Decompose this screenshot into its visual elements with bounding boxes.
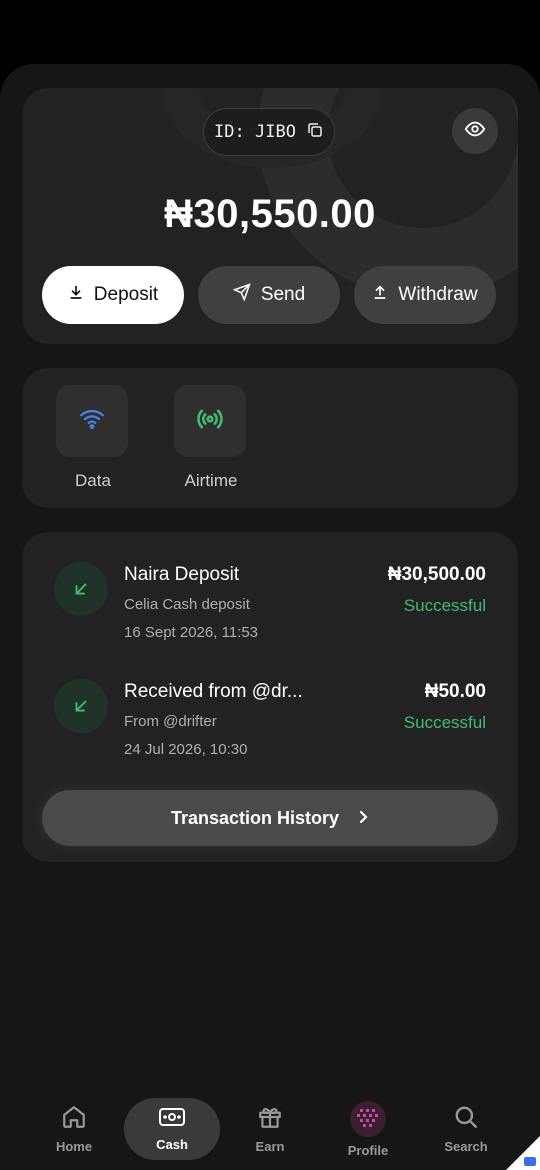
search-icon bbox=[453, 1104, 479, 1133]
home-icon bbox=[61, 1104, 87, 1133]
transaction-amount: ₦30,500.00 bbox=[387, 564, 486, 585]
transaction-subtitle: Celia Cash deposit bbox=[124, 596, 250, 613]
transaction-history-label: Transaction History bbox=[170, 807, 340, 828]
send-label: Send bbox=[260, 284, 306, 305]
nav-earn-label: Earn bbox=[255, 1139, 285, 1154]
avatar bbox=[350, 1100, 386, 1137]
nav-profile-label: Profile bbox=[347, 1142, 389, 1158]
bottom-navigation: Home Cash Earn Profile Search bbox=[0, 1094, 540, 1170]
balance-amount: ₦30,550.00 bbox=[164, 192, 376, 236]
upload-icon bbox=[372, 284, 388, 306]
gift-icon bbox=[257, 1104, 283, 1133]
service-airtime-label: Airtime bbox=[184, 471, 238, 490]
deposit-label: Deposit bbox=[93, 284, 159, 305]
copy-icon[interactable] bbox=[306, 121, 324, 144]
balance-card: ID: JIBO ₦30,550.00 Deposit Send Withdra… bbox=[22, 88, 518, 344]
service-data[interactable]: Data bbox=[56, 385, 130, 491]
transaction-date: 24 Jul 2026, 10:30 bbox=[124, 741, 248, 758]
service-airtime[interactable]: Airtime bbox=[174, 385, 248, 491]
transaction-title: Naira Deposit bbox=[124, 564, 240, 585]
incoming-arrow-icon bbox=[54, 562, 108, 616]
deposit-button[interactable]: Deposit bbox=[42, 266, 184, 324]
nav-profile[interactable]: Profile bbox=[320, 1098, 416, 1160]
service-data-label: Data bbox=[75, 471, 111, 490]
nav-earn[interactable]: Earn bbox=[222, 1098, 318, 1160]
transaction-date: 16 Sept 2026, 11:53 bbox=[124, 624, 259, 641]
nav-cash[interactable]: Cash bbox=[124, 1098, 220, 1160]
service-airtime-tile[interactable] bbox=[174, 385, 246, 457]
send-button[interactable]: Send bbox=[198, 266, 340, 324]
account-id-label: ID: JIBO bbox=[214, 122, 296, 142]
transaction-amount: ₦50.00 bbox=[424, 681, 486, 702]
transaction-status: Successful bbox=[403, 713, 486, 732]
transaction-history-button[interactable]: Transaction History bbox=[42, 790, 498, 846]
transaction-row[interactable]: Naira Deposit Celia Cash deposit 16 Sept… bbox=[54, 560, 486, 650]
incoming-arrow-icon bbox=[54, 679, 108, 733]
transaction-row[interactable]: Received from @dr... From @drifter 24 Ju… bbox=[54, 677, 486, 767]
services-card: Data Airtime bbox=[22, 368, 518, 508]
eye-icon bbox=[464, 118, 486, 145]
withdraw-button[interactable]: Withdraw bbox=[354, 266, 496, 324]
toggle-balance-visibility-button[interactable] bbox=[452, 108, 498, 154]
account-id-pill[interactable]: ID: JIBO bbox=[203, 108, 335, 156]
transaction-title: Received from @dr... bbox=[124, 681, 303, 702]
action-buttons: Deposit Send Withdraw bbox=[42, 266, 496, 324]
nav-cash-label: Cash bbox=[156, 1137, 188, 1152]
transaction-status: Successful bbox=[403, 596, 486, 615]
signal-icon bbox=[196, 405, 224, 438]
briefcase-icon bbox=[524, 1157, 536, 1166]
service-data-tile[interactable] bbox=[56, 385, 128, 457]
nav-search[interactable]: Search bbox=[418, 1098, 514, 1160]
recent-transactions-card: Naira Deposit Celia Cash deposit 16 Sept… bbox=[22, 532, 518, 862]
withdraw-label: Withdraw bbox=[398, 284, 478, 305]
send-icon bbox=[232, 283, 251, 307]
cash-icon bbox=[158, 1106, 186, 1131]
transaction-subtitle: From @drifter bbox=[124, 713, 217, 730]
nav-search-label: Search bbox=[444, 1139, 488, 1154]
wifi-icon bbox=[79, 406, 105, 437]
main-sheet: ID: JIBO ₦30,550.00 Deposit Send Withdra… bbox=[0, 64, 540, 1170]
nav-home[interactable]: Home bbox=[26, 1098, 122, 1160]
download-icon bbox=[68, 284, 84, 306]
nav-home-label: Home bbox=[55, 1139, 93, 1154]
chevron-right-icon bbox=[357, 808, 369, 829]
